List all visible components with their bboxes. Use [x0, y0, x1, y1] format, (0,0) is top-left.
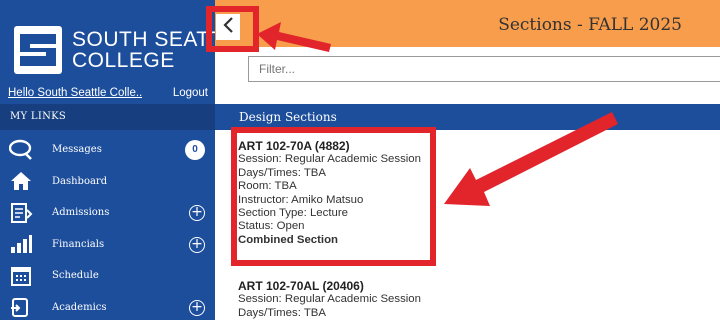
course-section[interactable]: ART 102-70AL (20406) Session: Regular Ac… [238, 279, 421, 320]
college-logo-icon [14, 26, 62, 74]
logout-link[interactable]: Logout [173, 87, 208, 99]
sidebar-item-schedule[interactable]: Schedule [0, 260, 215, 292]
expand-academics-icon[interactable]: + [189, 299, 205, 316]
messages-count-badge: 0 [185, 140, 205, 160]
annotation-arrow-icon [257, 22, 331, 52]
home-icon [8, 170, 34, 192]
sidebar-item-label: Financials [52, 238, 105, 250]
sidebar-nav: Messages 0 Dashboard Admissions + Financ… [0, 134, 215, 320]
sidebar-item-label: Dashboard [52, 175, 108, 187]
expand-admissions-icon[interactable]: + [189, 205, 205, 221]
annotation-arrow-icon [444, 112, 618, 206]
financials-icon [8, 233, 34, 255]
sidebar-item-label: Academics [52, 301, 107, 313]
sidebar-item-label: Messages [52, 144, 102, 156]
sidebar-item-dashboard[interactable]: Dashboard [0, 166, 215, 198]
admissions-icon [8, 202, 34, 224]
highlight-back-button [206, 6, 259, 52]
sidebar-item-admissions[interactable]: Admissions + [0, 197, 215, 229]
user-row: Hello South Seattle Colle.. Logout [8, 87, 208, 99]
academics-icon [8, 296, 34, 318]
user-greeting-link[interactable]: Hello South Seattle Colle.. [8, 87, 142, 99]
highlight-course-section [231, 127, 436, 266]
course-days-times: Days/Times: TBA [238, 306, 326, 319]
sidebar-item-financials[interactable]: Financials + [0, 229, 215, 261]
sidebar: SOUTH SEATTLE COLLEGE Hello South Seattl… [0, 0, 249, 320]
sidebar-item-label: Admissions [52, 207, 110, 219]
course-code: ART 102-70AL (20406) [238, 279, 364, 293]
my-links-header: MY LINKS [0, 104, 215, 130]
page-title: Sections - FALL 2025 [498, 15, 682, 35]
sidebar-item-academics[interactable]: Academics + [0, 292, 215, 320]
expand-financials-icon[interactable]: + [189, 236, 205, 253]
messages-icon [8, 139, 34, 161]
filter-input[interactable] [248, 56, 720, 82]
sidebar-item-label: Schedule [52, 270, 99, 282]
calendar-icon [8, 265, 34, 287]
course-session: Session: Regular Academic Session [238, 293, 421, 306]
sidebar-item-messages[interactable]: Messages 0 [0, 134, 215, 166]
